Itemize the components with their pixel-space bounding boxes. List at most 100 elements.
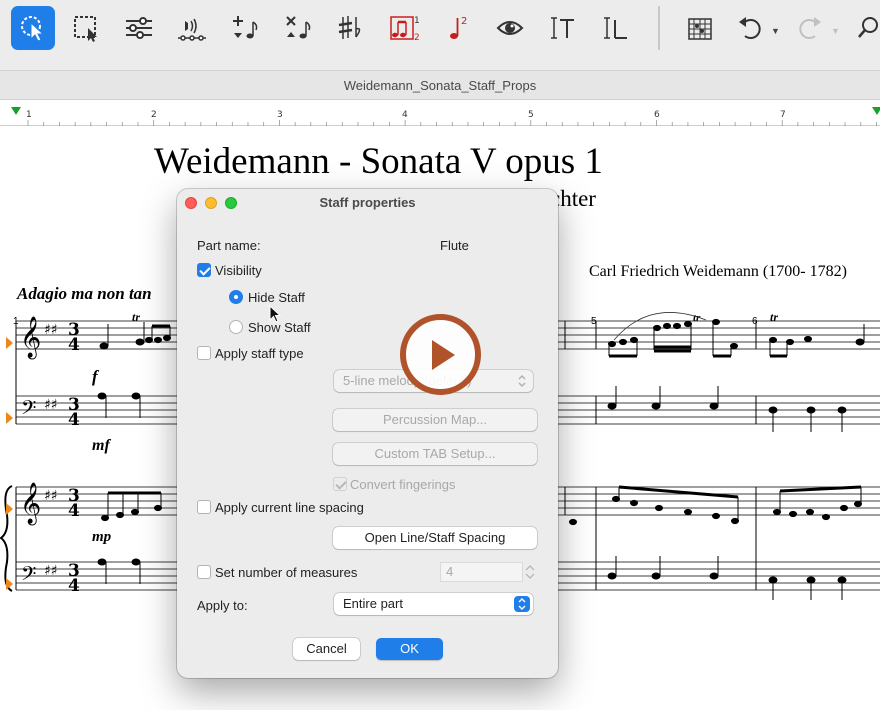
play-icon xyxy=(431,339,455,370)
key-signature-icon: ♯♯ xyxy=(44,563,58,579)
document-title: Weidemann_Sonata_Staff_Props xyxy=(343,78,537,93)
chord-grid-button[interactable] xyxy=(678,6,722,50)
view-button[interactable] xyxy=(488,6,532,50)
time-signature-icon: 4 xyxy=(68,335,80,355)
tuplet-icon: 1 2 xyxy=(390,16,420,43)
ruler-ticks xyxy=(27,120,877,126)
apply-to-value: Entire part xyxy=(343,596,403,611)
search-icon xyxy=(858,17,878,38)
svg-text:2: 2 xyxy=(414,33,420,43)
add-note-button[interactable] xyxy=(223,6,267,50)
part-name-label: Part name: xyxy=(197,238,261,253)
accidentals-button[interactable] xyxy=(329,6,373,50)
redo-icon xyxy=(799,17,821,39)
apply-to-label: Apply to: xyxy=(197,598,248,613)
percussion-map-button[interactable]: Percussion Map... xyxy=(333,409,537,431)
key-signature-icon: ♯♯ xyxy=(44,397,58,413)
bass-clef-icon: 𝄢 xyxy=(21,562,36,590)
clefs-and-signatures: 𝄞 𝄢 𝄞 𝄢 ♯♯ ♯♯ ♯♯ ♯♯ 3 4 3 4 3 4 3 4 xyxy=(20,316,80,596)
colored-note-icon: 2 xyxy=(450,16,467,39)
ok-button[interactable]: OK xyxy=(376,638,443,660)
selection-tool-button[interactable] xyxy=(11,6,55,50)
apply-staff-type-label[interactable]: Apply staff type xyxy=(215,346,304,361)
notes-right xyxy=(569,312,865,600)
text-tool-button[interactable] xyxy=(541,6,585,50)
convert-fingerings-label[interactable]: Convert fingerings xyxy=(350,477,456,492)
apply-staff-type-checkbox[interactable] xyxy=(197,346,211,360)
marquee-select-button[interactable] xyxy=(64,6,108,50)
grand-staff-brace-icon xyxy=(0,485,13,592)
mixer-button[interactable] xyxy=(117,6,161,50)
key-signature-icon: ♯♯ xyxy=(44,488,58,504)
tuplet-button[interactable]: 1 2 xyxy=(382,6,426,50)
bass-clef-icon: 𝄢 xyxy=(21,396,36,424)
time-signature-icon: 4 xyxy=(68,576,80,596)
play-overlay-button[interactable] xyxy=(400,314,481,395)
undo-menu-caret-icon[interactable]: ▼ xyxy=(771,26,780,36)
stepper-arrows-icon xyxy=(525,565,535,579)
delete-note-button[interactable] xyxy=(276,6,320,50)
measure-number: 5 xyxy=(591,316,597,327)
measure-number: 1 xyxy=(13,316,19,327)
measure-number: 6 xyxy=(752,316,758,327)
apply-to-select[interactable]: Entire part xyxy=(334,593,533,615)
undo-button[interactable] xyxy=(728,6,772,50)
chord-grid-icon xyxy=(688,18,712,40)
apply-line-spacing-checkbox[interactable] xyxy=(197,500,211,514)
undo-icon xyxy=(739,17,761,39)
svg-text:2: 2 xyxy=(461,16,467,27)
apply-line-spacing-label[interactable]: Apply current line spacing xyxy=(215,500,364,515)
app-window: 1 2 2 ▼ ▼ Weidemann_Sonata_Staff_Props 1… xyxy=(0,0,880,710)
dynamic-marking: mf xyxy=(92,437,111,454)
toolbar: 1 2 2 ▼ ▼ xyxy=(0,0,880,56)
key-signature-icon: ♯♯ xyxy=(44,322,58,338)
redo-button[interactable] xyxy=(788,6,832,50)
arrow-pointer-icon xyxy=(21,16,45,42)
dynamic-marking: mp xyxy=(92,529,112,545)
mouse-cursor-icon xyxy=(269,305,282,323)
redo-menu-caret-icon[interactable]: ▼ xyxy=(831,26,840,36)
set-measures-label[interactable]: Set number of measures xyxy=(215,565,357,580)
visibility-checkbox[interactable] xyxy=(197,263,211,277)
ruler[interactable]: 1 2 3 4 5 6 7 xyxy=(0,106,880,126)
playback-button[interactable] xyxy=(170,6,214,50)
updown-chevron-icon xyxy=(514,596,530,612)
cancel-button[interactable]: Cancel xyxy=(293,638,360,660)
score-composer[interactable]: Carl Friedrich Weidemann (1700- 1782) xyxy=(589,263,847,281)
show-staff-radio[interactable] xyxy=(229,320,243,334)
convert-fingerings-checkbox[interactable] xyxy=(333,477,347,491)
lyrics-cursor-icon xyxy=(604,17,627,39)
marquee-select-icon xyxy=(74,16,97,42)
visibility-label[interactable]: Visibility xyxy=(215,263,262,278)
delete-note-icon xyxy=(286,16,311,39)
time-signature-icon: 4 xyxy=(68,501,80,521)
lyrics-tool-button[interactable] xyxy=(594,6,638,50)
toolbar-separator xyxy=(658,6,660,50)
part-name-value: Flute xyxy=(440,238,469,253)
trill-ornament: tr xyxy=(132,310,140,324)
set-measures-checkbox[interactable] xyxy=(197,565,211,579)
sliders-icon xyxy=(126,17,152,39)
toolbar-band xyxy=(0,56,880,70)
score-title[interactable]: Weidemann - Sonata V opus 1 xyxy=(154,140,603,183)
document-title-bar: Weidemann_Sonata_Staff_Props xyxy=(0,70,880,100)
measures-count-field[interactable]: 4 xyxy=(440,562,523,582)
text-cursor-icon xyxy=(551,17,574,39)
hide-staff-label[interactable]: Hide Staff xyxy=(248,290,305,305)
measures-stepper[interactable] xyxy=(524,562,536,582)
hide-staff-radio[interactable] xyxy=(229,290,243,304)
eye-icon xyxy=(496,21,524,35)
treble-clef-icon: 𝄞 xyxy=(20,482,41,525)
open-line-staff-spacing-button[interactable]: Open Line/Staff Spacing xyxy=(333,527,537,549)
time-signature-icon: 4 xyxy=(68,410,80,430)
sharp-flat-icon xyxy=(338,16,361,39)
dialog-title: Staff properties xyxy=(319,195,416,210)
search-button[interactable] xyxy=(852,6,880,50)
dynamic-marking: f xyxy=(92,367,100,386)
speaker-icon xyxy=(178,18,206,41)
custom-tab-setup-button[interactable]: Custom TAB Setup... xyxy=(333,443,537,465)
trill-ornament: tr xyxy=(770,310,778,324)
note-color-button[interactable]: 2 xyxy=(435,6,479,50)
svg-text:1: 1 xyxy=(414,16,420,26)
updown-chevron-icon xyxy=(514,373,530,389)
